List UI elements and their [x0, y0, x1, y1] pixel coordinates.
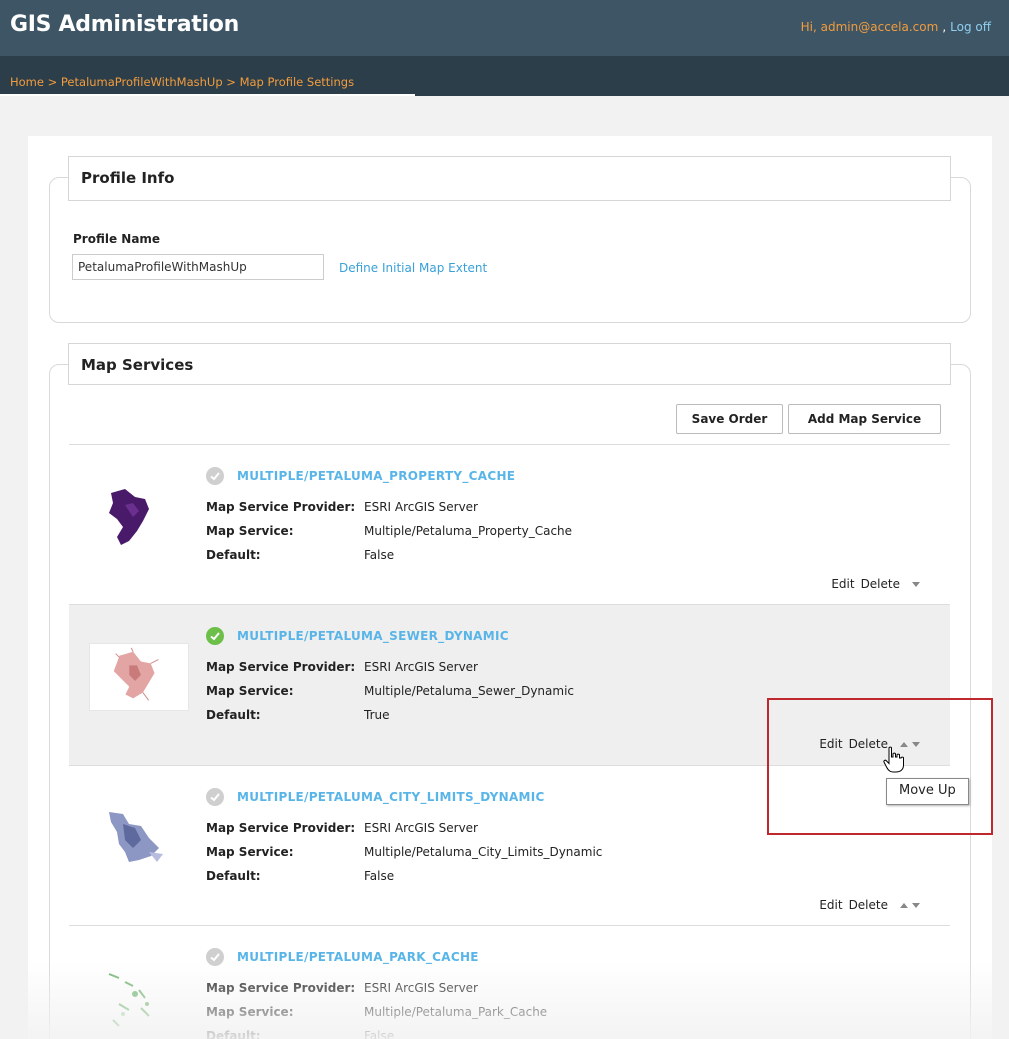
profile-name-label: Profile Name — [73, 232, 161, 246]
service-name-link[interactable]: MULTIPLE/PETALUMA_CITY_LIMITS_DYNAMIC — [237, 790, 545, 804]
service-actions: Edit Delete — [825, 577, 920, 591]
save-order-button[interactable]: Save Order — [676, 404, 783, 434]
delete-link[interactable]: Delete — [849, 898, 888, 912]
provider-label: Map Service Provider: — [206, 660, 356, 674]
default-label: Default: — [206, 708, 261, 722]
provider-value: ESRI ArcGIS Server — [364, 981, 478, 995]
provider-label: Map Service Provider: — [206, 821, 356, 835]
default-value: False — [364, 548, 395, 562]
provider-label: Map Service Provider: — [206, 981, 356, 995]
provider-value: ESRI ArcGIS Server — [364, 821, 478, 835]
move-down-icon[interactable] — [912, 582, 920, 587]
breadcrumb-bar: Home > PetalumaProfileWithMashUp > Map P… — [0, 56, 1009, 96]
app-title: GIS Administration — [10, 12, 239, 37]
delete-link[interactable]: Delete — [861, 577, 900, 591]
breadcrumb[interactable]: Home > PetalumaProfileWithMashUp > Map P… — [10, 75, 354, 89]
default-label: Default: — [206, 869, 261, 883]
map-thumbnail — [89, 643, 189, 711]
app-header: GIS Administration Hi, admin@accela.com,… — [0, 0, 1009, 56]
breadcrumb-underline — [0, 94, 415, 96]
map-service-item: MULTIPLE/PETALUMA_PARK_CACHE Map Service… — [69, 926, 950, 1039]
logoff-link[interactable]: Log off — [950, 20, 991, 34]
map-service-item: MULTIPLE/PETALUMA_PROPERTY_CACHE Map Ser… — [69, 445, 950, 605]
service-value: Multiple/Petaluma_Park_Cache — [364, 1005, 548, 1019]
service-name-link[interactable]: MULTIPLE/PETALUMA_PARK_CACHE — [237, 950, 479, 964]
move-up-tooltip: Move Up — [886, 778, 969, 805]
user-greeting: Hi, admin@accela.com — [800, 20, 939, 34]
provider-value: ESRI ArcGIS Server — [364, 500, 478, 514]
service-value: Multiple/Petaluma_Property_Cache — [364, 524, 573, 538]
service-label: Map Service: — [206, 524, 294, 538]
user-area: Hi, admin@accela.com, Log off — [801, 20, 991, 34]
highlight-box — [767, 698, 993, 835]
status-icon — [206, 467, 224, 485]
status-icon — [206, 788, 224, 806]
default-label: Default: — [206, 548, 261, 562]
map-thumbnail — [109, 812, 163, 862]
service-value: Multiple/Petaluma_Sewer_Dynamic — [364, 684, 574, 698]
active-status-icon — [206, 627, 224, 645]
service-name-link[interactable]: MULTIPLE/PETALUMA_PROPERTY_CACHE — [237, 469, 515, 483]
map-thumbnail — [109, 489, 149, 545]
map-services-heading: Map Services — [68, 343, 951, 385]
user-separator: , — [942, 20, 947, 34]
service-value: Multiple/Petaluma_City_Limits_Dynamic — [364, 845, 603, 859]
move-up-icon[interactable] — [900, 903, 908, 908]
edit-link[interactable]: Edit — [831, 577, 854, 591]
profile-name-field[interactable]: PetalumaProfileWithMashUp — [72, 254, 324, 280]
hand-cursor-icon — [883, 746, 904, 773]
move-down-icon[interactable] — [912, 903, 920, 908]
service-label: Map Service: — [206, 684, 294, 698]
service-label: Map Service: — [206, 1005, 294, 1019]
provider-label: Map Service Provider: — [206, 500, 356, 514]
default-value: True — [364, 708, 390, 722]
default-value: False — [364, 869, 395, 883]
status-icon — [206, 948, 224, 966]
service-name-link[interactable]: MULTIPLE/PETALUMA_SEWER_DYNAMIC — [237, 629, 509, 643]
profile-info-heading: Profile Info — [68, 156, 951, 201]
default-label: Default: — [206, 1029, 261, 1039]
map-thumbnail — [108, 973, 150, 1027]
default-value: False — [364, 1029, 395, 1039]
provider-value: ESRI ArcGIS Server — [364, 660, 478, 674]
service-actions: Edit Delete — [813, 898, 920, 912]
define-extent-link[interactable]: Define Initial Map Extent — [339, 261, 487, 275]
add-map-service-button[interactable]: Add Map Service — [788, 404, 941, 434]
edit-link[interactable]: Edit — [819, 898, 842, 912]
service-label: Map Service: — [206, 845, 294, 859]
